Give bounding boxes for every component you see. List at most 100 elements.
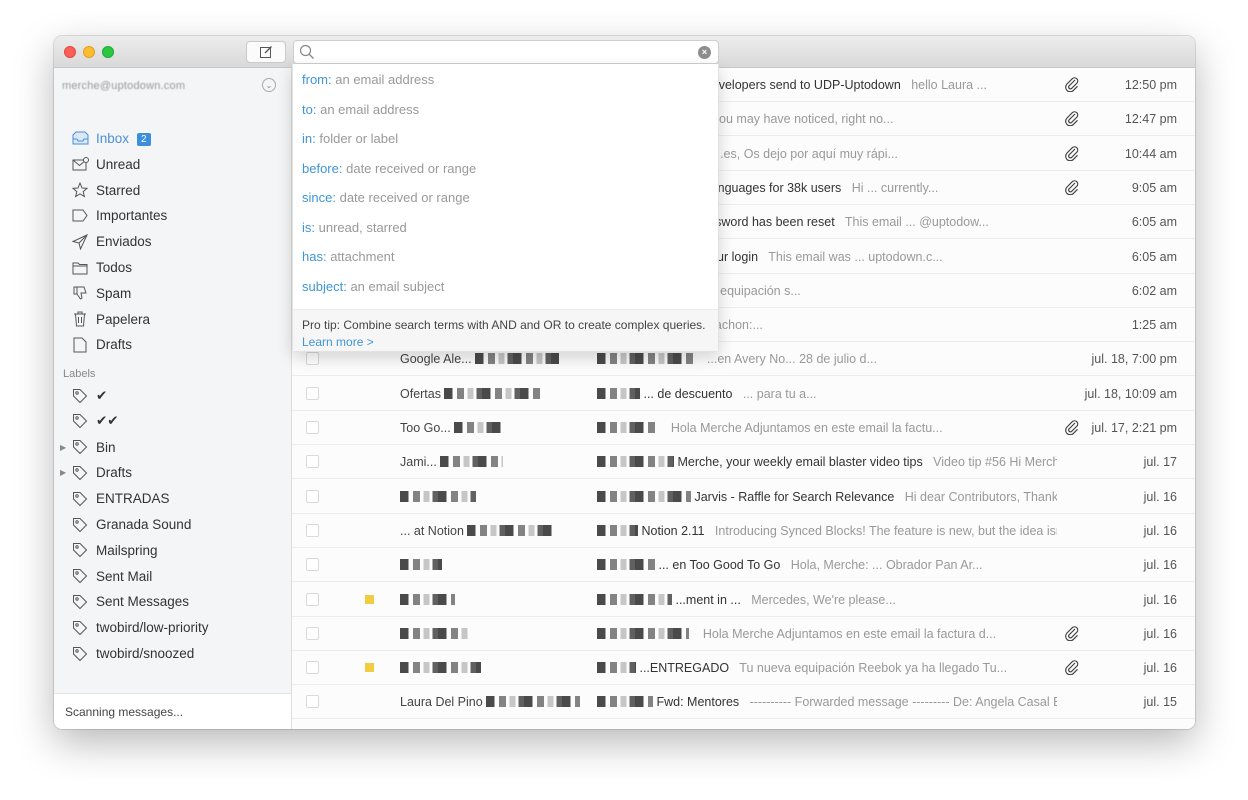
sidebar-label-item[interactable]: Granada Sound bbox=[54, 512, 291, 537]
message-subject: ... de descuento ... para tu a... bbox=[597, 387, 1057, 401]
message-date: 9:05 am bbox=[1131, 180, 1177, 195]
message-row[interactable]: Ofertas ... de descuento ... para tu a..… bbox=[292, 377, 1195, 411]
suggestion-operator: is: bbox=[302, 219, 315, 235]
message-snippet: This email ... @uptodow... bbox=[844, 215, 989, 230]
message-sender: Laura Del Pino bbox=[400, 695, 590, 709]
sidebar-label-item[interactable]: Mailspring bbox=[54, 538, 291, 563]
message-checkbox[interactable] bbox=[306, 523, 319, 537]
message-checkbox[interactable] bbox=[306, 592, 319, 606]
unread-count-badge: 2 bbox=[137, 133, 151, 146]
search-suggestion-in[interactable]: in: folder or label bbox=[302, 131, 398, 153]
tag-icon bbox=[71, 645, 89, 663]
message-checkbox[interactable] bbox=[306, 421, 319, 434]
message-row[interactable]: Laura Del Pino Fwd: Mentores ---------- … bbox=[292, 685, 1195, 720]
message-date: jul. 16 bbox=[1143, 592, 1177, 607]
message-date: jul. 17 bbox=[1143, 455, 1177, 470]
sidebar-label-item[interactable]: Sent Messages bbox=[54, 589, 291, 614]
message-checkbox[interactable] bbox=[306, 695, 319, 709]
message-row[interactable]: Jarvis - Raffle for Search Relevance Hi … bbox=[292, 480, 1195, 514]
message-checkbox[interactable] bbox=[306, 386, 319, 400]
search-suggestion-since[interactable]: since: date received or range bbox=[302, 190, 470, 212]
account-email[interactable]: merche@uptodown.com bbox=[62, 80, 185, 92]
sidebar-folder-papelera[interactable]: Papelera bbox=[54, 307, 291, 332]
sidebar-label-item[interactable]: ✔✔ bbox=[54, 409, 291, 434]
message-checkbox[interactable] bbox=[306, 455, 319, 469]
sidebar-label-item[interactable]: ✔ bbox=[54, 383, 291, 408]
attachment-icon bbox=[1064, 659, 1080, 676]
message-sender bbox=[400, 627, 590, 641]
search-suggestion-from[interactable]: from: an email address bbox=[302, 72, 434, 94]
message-checkbox[interactable] bbox=[306, 626, 319, 640]
clear-search-icon[interactable]: × bbox=[698, 46, 711, 59]
close-window-button[interactable] bbox=[64, 46, 76, 58]
label-name: Mailspring bbox=[96, 542, 158, 558]
sidebar-label-item[interactable]: Sent Mail bbox=[54, 564, 291, 589]
flag-marker bbox=[365, 663, 374, 673]
search-suggestion-subject[interactable]: subject: an email subject bbox=[302, 279, 444, 301]
message-date: jul. 17, 2:21 pm bbox=[1091, 421, 1177, 435]
message-row[interactable]: ... en Too Good To Go Hola, Merche: ... … bbox=[292, 548, 1195, 583]
message-snippet: Hola Merche Adjuntamos en este email la … bbox=[702, 626, 997, 641]
draft-icon bbox=[71, 336, 89, 354]
sidebar-label-item[interactable]: ▶ Bin bbox=[54, 435, 291, 460]
sidebar-label-item[interactable]: ▶ Drafts bbox=[54, 460, 291, 485]
folder-label: Starred bbox=[96, 182, 141, 198]
search-input[interactable] bbox=[318, 43, 688, 61]
labels-section-title: Labels bbox=[63, 368, 96, 380]
label-name: twobird/low-priority bbox=[96, 620, 209, 636]
message-subject: ...en Avery No... 28 de julio d... bbox=[597, 352, 1057, 366]
message-snippet: ...es, Os dejo por aquí muy rápi... bbox=[713, 146, 898, 161]
search-suggestions-dropdown: Pro tip: Combine search terms with AND a… bbox=[292, 64, 719, 352]
sidebar-folder-starred[interactable]: Starred bbox=[54, 178, 291, 203]
sidebar-folder-spam[interactable]: Spam bbox=[54, 281, 291, 306]
search-suggestion-has[interactable]: has: attachment bbox=[302, 249, 395, 271]
message-checkbox[interactable] bbox=[306, 558, 319, 572]
message-row[interactable]: ... at Notion Notion 2.11 Introducing Sy… bbox=[292, 514, 1195, 548]
sidebar-label-item[interactable]: twobird/snoozed bbox=[54, 641, 291, 666]
message-snippet: hello Laura ... bbox=[911, 78, 987, 92]
message-sender: Google Ale... bbox=[400, 352, 590, 366]
message-sender: Too Go... bbox=[400, 421, 590, 435]
sidebar-folder-inbox[interactable]: Inbox 2 bbox=[54, 126, 291, 151]
sidebar-folder-unread[interactable]: Unread bbox=[54, 152, 291, 177]
search-bar[interactable]: × bbox=[293, 40, 719, 64]
folder-label: Spam bbox=[96, 285, 132, 301]
folder-label: Importantes bbox=[96, 208, 168, 224]
sidebar-folder-importantes[interactable]: Importantes bbox=[54, 203, 291, 228]
message-row[interactable]: Jami... Merche, your weekly email blaste… bbox=[292, 445, 1195, 480]
minimize-window-button[interactable] bbox=[83, 46, 95, 58]
search-suggestion-is[interactable]: is: unread, starred bbox=[302, 220, 407, 242]
message-checkbox[interactable] bbox=[306, 489, 319, 503]
message-subject: ... en Too Good To Go Hola, Merche: ... … bbox=[597, 558, 1057, 572]
sidebar-folder-enviados[interactable]: Enviados bbox=[54, 229, 291, 254]
message-snippet: Tu nueva equipación Reebok ya ha llegado… bbox=[739, 661, 1008, 676]
label-name: ✔ bbox=[96, 387, 108, 403]
sidebar-label-item[interactable]: ENTRADAS bbox=[54, 486, 291, 511]
message-checkbox[interactable] bbox=[306, 661, 319, 675]
message-sender: ... at Notion bbox=[400, 524, 590, 538]
account-toggle-icon[interactable]: ⌄ bbox=[262, 78, 276, 92]
sidebar-label-item[interactable]: twobird/low-priority bbox=[54, 615, 291, 640]
trash-icon bbox=[71, 310, 89, 328]
sidebar-folder-drafts[interactable]: Drafts bbox=[54, 332, 291, 357]
message-row[interactable]: Hola Merche Adjuntamos en este email la … bbox=[292, 617, 1195, 651]
search-suggestion-before[interactable]: before: date received or range bbox=[302, 161, 476, 183]
message-snippet: This email was ... uptodown.c... bbox=[768, 249, 943, 264]
suggestion-operator: subject: bbox=[302, 278, 347, 294]
message-checkbox[interactable] bbox=[306, 352, 319, 366]
message-row[interactable]: ...ment in ... Mercedes, We're please...… bbox=[292, 583, 1195, 617]
message-row[interactable]: Too Go... Hola Merche Adjuntamos en este… bbox=[292, 411, 1195, 445]
flag-marker bbox=[365, 594, 374, 604]
compose-button[interactable] bbox=[246, 41, 286, 63]
message-date: jul. 16 bbox=[1143, 558, 1177, 573]
message-snippet: Hi ... currently... bbox=[851, 180, 939, 195]
learn-more-link[interactable]: Learn more > bbox=[302, 335, 374, 349]
suggestion-hint: date received or range bbox=[339, 190, 470, 205]
maximize-window-button[interactable] bbox=[102, 46, 114, 58]
expand-triangle-icon[interactable]: ▶ bbox=[60, 443, 66, 452]
expand-triangle-icon[interactable]: ▶ bbox=[60, 468, 66, 477]
message-row[interactable]: ...ENTREGADO Tu nueva equipación Reebok … bbox=[292, 651, 1195, 686]
sidebar-folder-todos[interactable]: Todos bbox=[54, 255, 291, 280]
label-name: Drafts bbox=[96, 465, 133, 481]
search-suggestion-to[interactable]: to: an email address bbox=[302, 102, 419, 124]
